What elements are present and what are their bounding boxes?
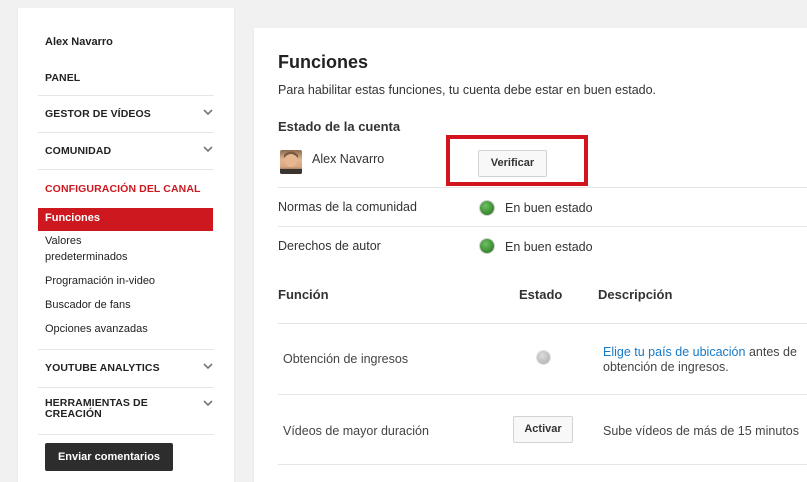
copyright-status: En buen estado — [505, 240, 593, 254]
table-header-descripcion: Descripción — [598, 287, 673, 302]
sidebar-item-configuracion-canal[interactable]: CONFIGURACIÓN DEL CANAL — [45, 183, 213, 195]
divider — [278, 187, 807, 188]
avatar-icon — [280, 151, 302, 174]
divider — [38, 95, 214, 96]
table-header-funcion: Función — [278, 287, 329, 302]
sidebar-item-gestor-videos[interactable]: GESTOR DE VÍDEOS — [45, 108, 213, 120]
sidebar-item-opciones-avanzadas[interactable]: Opciones avanzadas — [45, 321, 148, 337]
main-panel: Funciones Para habilitar estas funciones… — [254, 28, 807, 482]
chevron-down-icon[interactable] — [201, 396, 215, 410]
sidebar: Alex Navarro PANEL GESTOR DE VÍDEOS COMU… — [18, 8, 234, 482]
sidebar-item-label: CREACIÓN — [45, 408, 102, 420]
sidebar-item-youtube-analytics[interactable]: YOUTUBE ANALYTICS — [45, 362, 213, 374]
divider — [38, 349, 214, 350]
divider — [38, 434, 214, 435]
status-disabled-icon — [537, 351, 550, 364]
choose-country-link[interactable]: Elige tu país de ubicación — [603, 345, 745, 359]
page-title: Funciones — [278, 52, 369, 72]
sidebar-item-herramientas-creacion[interactable]: HERRAMIENTAS DE CREACIÓN — [45, 398, 213, 420]
divider — [278, 226, 807, 227]
divider — [278, 323, 807, 324]
sidebar-item-label: GESTOR DE VÍDEOS — [45, 108, 151, 120]
divider — [38, 169, 214, 170]
sidebar-item-funciones[interactable]: Funciones — [38, 208, 213, 231]
chevron-down-icon[interactable] — [201, 105, 215, 119]
description-text: obtención de ingresos. — [603, 360, 729, 374]
sidebar-item-comunidad[interactable]: COMUNIDAD — [45, 145, 213, 157]
sidebar-item-valores-predeterminados[interactable]: Valores predeterminados — [45, 233, 128, 265]
divider — [278, 394, 807, 395]
table-row-feature: Vídeos de mayor duración — [283, 424, 429, 438]
account-status-heading: Estado de la cuenta — [278, 119, 401, 134]
send-feedback-button[interactable]: Enviar comentarios — [45, 443, 173, 471]
table-row-description: Elige tu país de ubicación antes de — [603, 345, 797, 359]
sidebar-item-panel[interactable]: PANEL — [45, 72, 213, 84]
highlight-box — [446, 135, 588, 186]
divider — [38, 132, 214, 133]
chevron-down-icon[interactable] — [201, 359, 215, 373]
table-header-estado: Estado — [519, 287, 563, 302]
sidebar-item-programacion[interactable]: Programación in-video — [45, 273, 155, 289]
activate-button[interactable]: Activar — [513, 416, 573, 443]
sidebar-user-name[interactable]: Alex Navarro — [45, 36, 113, 48]
table-row-feature: Obtención de ingresos — [283, 352, 409, 366]
sidebar-item-label: YOUTUBE ANALYTICS — [45, 362, 160, 374]
status-ok-icon — [480, 201, 494, 215]
sidebar-item-buscador-fans[interactable]: Buscador de fans — [45, 297, 131, 313]
avatar — [280, 150, 302, 174]
community-guidelines-status: En buen estado — [505, 201, 593, 215]
divider — [38, 387, 214, 388]
divider — [278, 464, 807, 465]
chevron-down-icon[interactable] — [201, 142, 215, 156]
sidebar-item-label: predeterminados — [45, 251, 128, 263]
account-user-name: Alex Navarro — [312, 152, 385, 166]
sidebar-item-label: COMUNIDAD — [45, 145, 112, 157]
copyright-label: Derechos de autor — [278, 239, 381, 253]
table-row-description: Sube vídeos de más de 15 minutos — [603, 424, 799, 438]
status-ok-icon — [480, 239, 494, 253]
sidebar-item-label: Valores — [45, 235, 82, 247]
page-description: Para habilitar estas funciones, tu cuent… — [278, 83, 657, 97]
community-guidelines-label: Normas de la comunidad — [278, 200, 417, 214]
description-text: antes de — [745, 345, 797, 359]
